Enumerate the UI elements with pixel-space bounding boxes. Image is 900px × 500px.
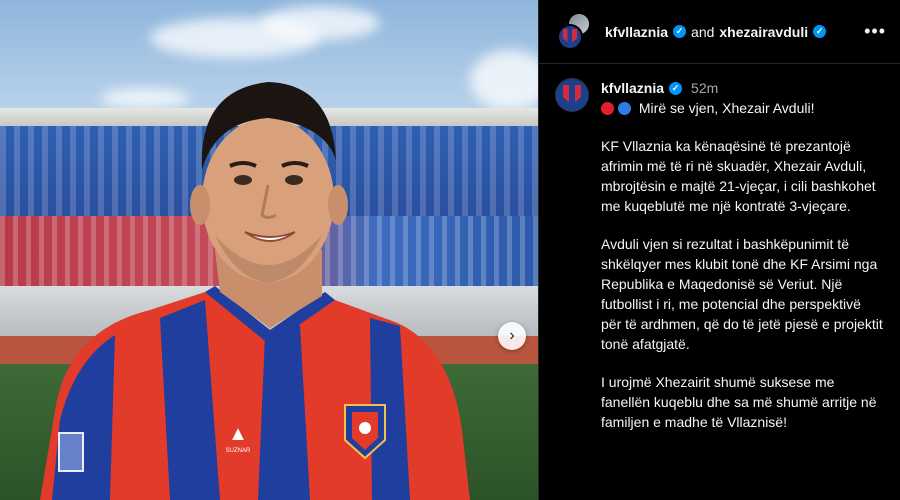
caption-paragraph: I urojmë Xhezairit shumë suksese me fane… xyxy=(601,374,877,430)
avatar[interactable] xyxy=(555,78,589,112)
post-sidebar: kfvllaznia ✓ and xhezairavduli ✓ ••• kfv… xyxy=(538,0,900,500)
next-photo-button[interactable]: › xyxy=(498,322,526,350)
caption-greeting-line: Mirë se vjen, Xhezair Avduli! xyxy=(601,98,884,118)
caption-paragraph: Avduli vjen si rezultat i bashkëpunimit … xyxy=(601,236,883,352)
caption-greeting: Mirë se vjen, Xhezair Avduli! xyxy=(638,100,815,116)
and-text: and xyxy=(691,23,715,40)
username-link[interactable]: kfvllaznia xyxy=(605,24,668,40)
club-crest-icon xyxy=(563,85,581,105)
post-photo: ▲ SUZNAR › xyxy=(0,0,538,500)
svg-text:SUZNAR: SUZNAR xyxy=(226,448,251,454)
chevron-right-icon: › xyxy=(509,327,515,344)
more-options-button[interactable]: ••• xyxy=(864,21,886,42)
red-circle-icon xyxy=(601,102,614,115)
collab-avatars[interactable] xyxy=(555,11,595,52)
svg-text:▲: ▲ xyxy=(228,423,248,445)
caption-paragraph: KF Vllaznia ka kënaqësinë të prezantojë … xyxy=(601,138,876,214)
verified-badge-icon: ✓ xyxy=(813,25,827,38)
verified-badge-icon: ✓ xyxy=(669,81,683,95)
caption-header: kfvllaznia ✓ 52m xyxy=(601,78,884,98)
more-horizontal-icon: ••• xyxy=(864,21,886,41)
username-link[interactable]: xhezairavduli xyxy=(719,24,808,40)
verified-badge-icon: ✓ xyxy=(673,25,687,38)
collab-names: kfvllaznia ✓ and xhezairavduli ✓ xyxy=(605,23,827,40)
post-caption: kfvllaznia ✓ 52m Mirë se vjen, Xhezair A… xyxy=(539,64,900,432)
player-figure: ▲ SUZNAR xyxy=(40,82,470,500)
post-header: kfvllaznia ✓ and xhezairavduli ✓ ••• xyxy=(539,0,900,64)
blue-circle-icon xyxy=(618,102,631,115)
caption-body: kfvllaznia ✓ 52m Mirë se vjen, Xhezair A… xyxy=(601,78,884,432)
caption-username[interactable]: kfvllaznia xyxy=(601,78,664,98)
post-timestamp[interactable]: 52m xyxy=(691,78,718,98)
avatar-kfvllaznia[interactable] xyxy=(557,23,583,50)
club-crest-icon xyxy=(563,28,577,45)
